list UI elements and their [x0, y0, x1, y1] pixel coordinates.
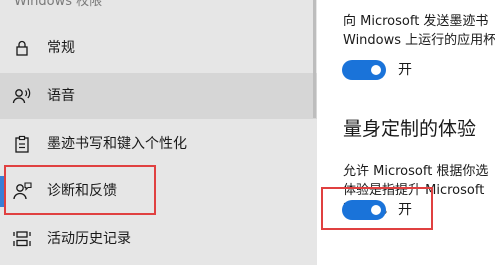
diagnostic-toggle-state: 开	[398, 62, 412, 78]
timeline-icon	[12, 229, 32, 249]
diagnostic-data-toggle[interactable]	[342, 60, 386, 80]
clipboard-icon	[12, 134, 32, 154]
sidebar-scrollbar[interactable]	[313, 0, 316, 118]
toggle-knob	[371, 65, 381, 75]
sidebar-item-activity-history[interactable]: 活动历史记录	[0, 216, 317, 262]
sidebar-item-inking-typing[interactable]: 墨迹书写和键入个性化	[0, 121, 317, 167]
sidebar-item-speech[interactable]: 语音	[0, 73, 317, 119]
sidebar-section-header: Windows 校限	[14, 0, 103, 9]
sidebar-item-label: 墨迹书写和键入个性化	[47, 136, 187, 152]
lock-icon	[12, 38, 32, 58]
highlight-box-toggle	[321, 187, 433, 230]
sidebar-item-label: 活动历史记录	[47, 231, 131, 247]
settings-sidebar: Windows 校限 常规 语音 墨迹书写和键入个性化 诊断和反馈 活动历史记录	[0, 0, 317, 265]
settings-content: 向 Microsoft 发送墨迹书 Windows 上运行的应用杯 开 量身定制…	[320, 0, 495, 265]
diagnostic-description-line-1: 向 Microsoft 发送墨迹书	[343, 14, 489, 29]
highlight-box-nav	[4, 165, 156, 215]
voice-icon	[12, 86, 32, 106]
sidebar-item-label: 常规	[47, 40, 75, 56]
sidebar-item-general[interactable]: 常规	[0, 25, 317, 71]
diagnostic-description-line-2: Windows 上运行的应用杯	[343, 33, 495, 48]
tailored-description-line-1: 允许 Microsoft 根据你选	[343, 164, 489, 179]
sidebar-item-label: 语音	[47, 88, 75, 104]
tailored-experiences-heading: 量身定制的体验	[343, 118, 477, 140]
